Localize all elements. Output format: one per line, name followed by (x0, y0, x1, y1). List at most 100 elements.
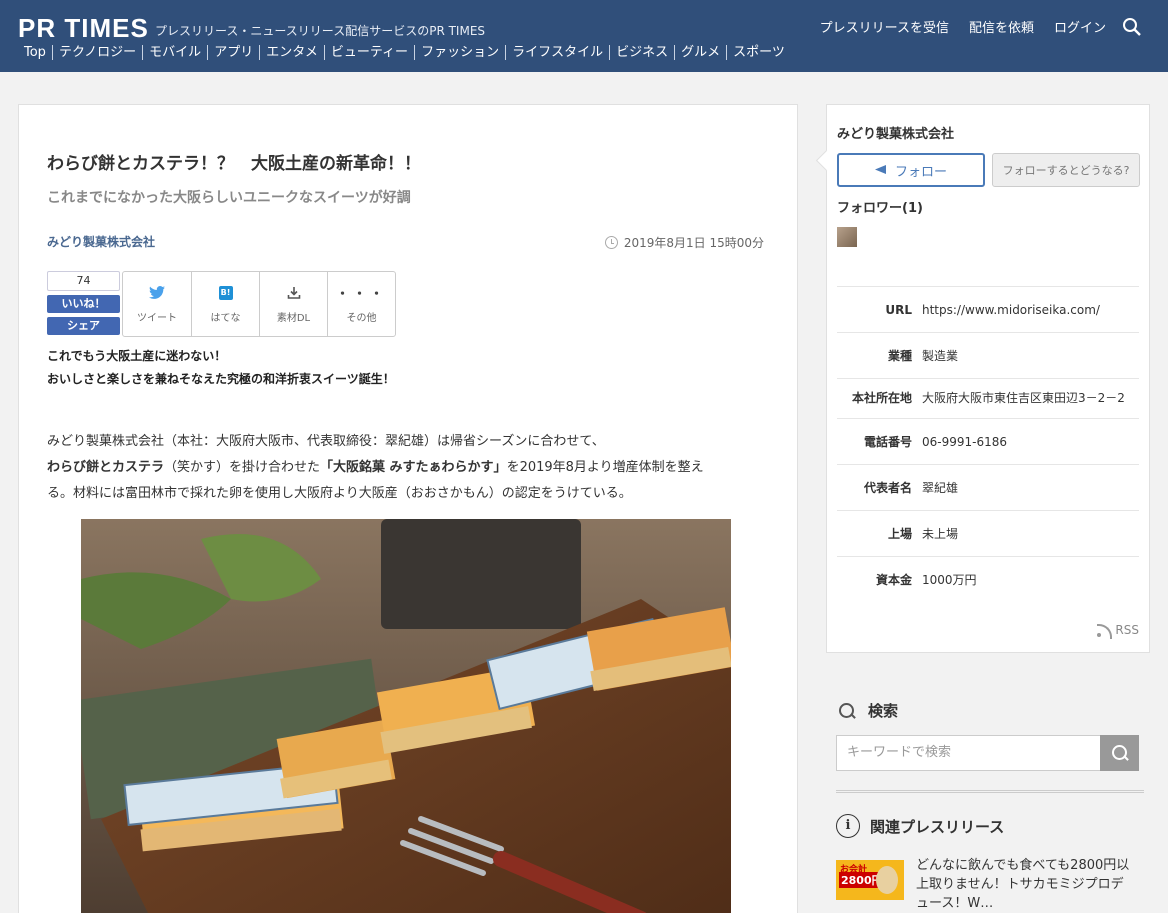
body-line-2: わらび餅とカステラ（笑かす）を掛け合わせた「大阪銘菓 みすたぁわらかす」を201… (47, 455, 767, 481)
article-subtitle: これまでになかった大阪らしいユニークなスイーツが好調 (47, 190, 411, 206)
download-icon (287, 285, 301, 301)
body-text-2: （笑かす）を掛け合わせた (164, 460, 321, 475)
more-button[interactable]: ・・・ その他 (327, 272, 395, 336)
article-title: わらび餅とカステラ！？ 大阪土産の新革命！！ (47, 154, 421, 174)
category-fashion[interactable]: ファッション (414, 45, 505, 60)
info-row-representative: 代表者名 翠紀雄 (837, 464, 1139, 510)
sidebar-company-name[interactable]: みどり製菓株式会社 (837, 123, 954, 142)
info-key: 資本金 (875, 573, 912, 587)
search-icon (1111, 744, 1129, 762)
follow-help-button[interactable]: フォローするとどうなる? (992, 153, 1140, 187)
article-card: わらび餅とカステラ！？ 大阪土産の新革命！！ これまでになかった大阪らしいユニー… (18, 104, 798, 913)
tweet-button[interactable]: ツイート (123, 272, 191, 336)
hatena-label: はてな (210, 312, 241, 324)
rss-icon (1097, 623, 1113, 639)
lead-line-2: おいしさと楽しさを兼ねそなえた究極の和洋折衷スイーツ誕生！ (47, 372, 395, 386)
article-lead: これでもう大阪土産に迷わない！ おいしさと楽しさを兼ねそなえた究極の和洋折衷スイ… (47, 345, 395, 391)
hatena-icon: B! (218, 285, 233, 301)
login-link[interactable]: ログイン (1054, 17, 1106, 36)
search-submit-button[interactable] (1100, 735, 1139, 771)
info-row-listing: 上場 未上場 (837, 510, 1139, 556)
company-info-table: URL https://www.midoriseika.com/ 業種 製造業 … (837, 286, 1139, 602)
keyword-search-input[interactable]: キーワードで検索 (836, 735, 1100, 771)
body-line-3: る。材料には富田林市で採れた卵を使用し大阪府より大阪産（おおさかもん）の認定をう… (47, 486, 632, 501)
info-key: 電話番号 (863, 435, 912, 449)
article-body: みどり製菓株式会社（本社：大阪府大阪市、代表取締役：翠紀雄）は帰省シーズンに合わ… (47, 429, 767, 507)
capital-value: 1000万円 (922, 573, 977, 587)
product-photo[interactable] (81, 519, 731, 913)
search-icon[interactable] (1122, 17, 1142, 37)
body-text-3: を2019年8月より増産体制を整え (506, 460, 704, 475)
clock-icon (604, 236, 618, 249)
info-key: 代表者名 (863, 481, 912, 495)
category-business[interactable]: ビジネス (609, 45, 674, 60)
material-download-label: 素材DL (276, 312, 311, 324)
share-bar: 74 いいね！ シェア ツイート B! はてな 素材DL ・・・ その他 (47, 271, 396, 337)
body-emphasis-2: 「大阪銘菓 みすたぁわらかす」 (320, 460, 507, 475)
material-download-button[interactable]: 素材DL (259, 272, 327, 336)
facebook-widget: 74 いいね！ シェア (47, 271, 120, 337)
category-top[interactable]: Top (18, 45, 52, 60)
prtimes-logo[interactable]: PR TIMES (18, 13, 149, 44)
twitter-icon (149, 285, 165, 301)
category-sports[interactable]: スポーツ (726, 45, 791, 60)
more-label: その他 (346, 312, 377, 324)
site-tagline: プレスリリース・ニュースリリース配信サービスのPR TIMES (155, 24, 486, 38)
product-photo-illustration (81, 519, 731, 913)
publish-date-text: 2019年8月1日 15時00分 (623, 236, 764, 250)
search-icon (838, 702, 856, 720)
related-release-link[interactable]: どんなに飲んでも食べても2800円以上取りません！トサカモミジプロデュース！W… (916, 856, 1130, 913)
search-heading-text: 検索 (868, 702, 899, 720)
info-row-capital: 資本金 1000万円 (837, 556, 1139, 602)
info-row-phone: 電話番号 06-9991-6186 (837, 418, 1139, 464)
section-divider (836, 790, 1144, 793)
tweet-label: ツイート (137, 312, 177, 324)
info-key: 本社所在地 (851, 391, 912, 405)
more-icon: ・・・ (335, 287, 387, 302)
category-app[interactable]: アプリ (207, 45, 259, 60)
info-key: 業種 (887, 349, 912, 363)
related-heading: i 関連プレスリリース (836, 814, 1004, 838)
request-distribution-link[interactable]: 配信を依頼 (969, 17, 1034, 36)
rss-link[interactable]: RSS (1097, 623, 1139, 639)
follower-avatar[interactable] (837, 227, 857, 247)
related-thumbnail[interactable]: お会計 2800円 (836, 860, 904, 900)
header-links: プレスリリースを受信 配信を依頼 ログイン (820, 17, 1106, 36)
company-url-link[interactable]: https://www.midoriseika.com/ (922, 301, 1139, 319)
body-line-1: みどり製菓株式会社（本社：大阪府大阪市、代表取締役：翠紀雄）は帰省シーズンに合わ… (47, 434, 605, 449)
category-gourmet[interactable]: グルメ (674, 45, 726, 60)
category-technology[interactable]: テクノロジー (51, 45, 142, 60)
listing-value: 未上場 (922, 527, 959, 541)
publish-date: 2019年8月1日 15時00分 (604, 234, 764, 251)
category-entertainment[interactable]: エンタメ (259, 45, 324, 60)
info-icon: i (836, 814, 860, 838)
facebook-share-button[interactable]: シェア (47, 317, 120, 335)
facebook-like-count: 74 (47, 271, 120, 291)
phone-value: 06-9991-6186 (922, 435, 1008, 449)
company-card: みどり製菓株式会社 フォロー フォローするとどうなる? フォロワー(1) URL… (826, 104, 1150, 653)
lead-line-1: これでもう大阪土産に迷わない！ (47, 349, 227, 363)
site-header: PR TIMES プレスリリース・ニュースリリース配信サービスのPR TIMES… (0, 0, 1168, 72)
info-key: 上場 (887, 527, 912, 541)
search-heading: 検索 (838, 700, 898, 721)
hatena-glyph: B! (218, 285, 233, 300)
category-beauty[interactable]: ビューティー (323, 45, 414, 60)
rss-label: RSS (1115, 623, 1139, 637)
related-heading-text: 関連プレスリリース (870, 817, 1005, 836)
receive-press-release-link[interactable]: プレスリリースを受信 (820, 17, 949, 36)
article-company-link[interactable]: みどり製菓株式会社 (47, 233, 155, 250)
hatena-button[interactable]: B! はてな (191, 272, 259, 336)
category-nav: Top テクノロジー モバイル アプリ エンタメ ビューティー ファッション ラ… (18, 45, 791, 60)
representative-value: 翠紀雄 (922, 481, 959, 495)
related-thumb-figure (876, 866, 898, 894)
follow-button[interactable]: フォロー (837, 153, 985, 187)
facebook-like-button[interactable]: いいね！ (47, 295, 120, 313)
category-mobile[interactable]: モバイル (142, 45, 207, 60)
followers-count: フォロワー(1) (837, 201, 923, 216)
info-key: URL (885, 303, 912, 317)
info-row-industry: 業種 製造業 (837, 332, 1139, 378)
megaphone-icon (875, 163, 889, 177)
address-value: 大阪府大阪市東住吉区東田辺3－2－2 (922, 391, 1125, 405)
category-lifestyle[interactable]: ライフスタイル (505, 45, 609, 60)
industry-value[interactable]: 製造業 (922, 347, 1139, 365)
